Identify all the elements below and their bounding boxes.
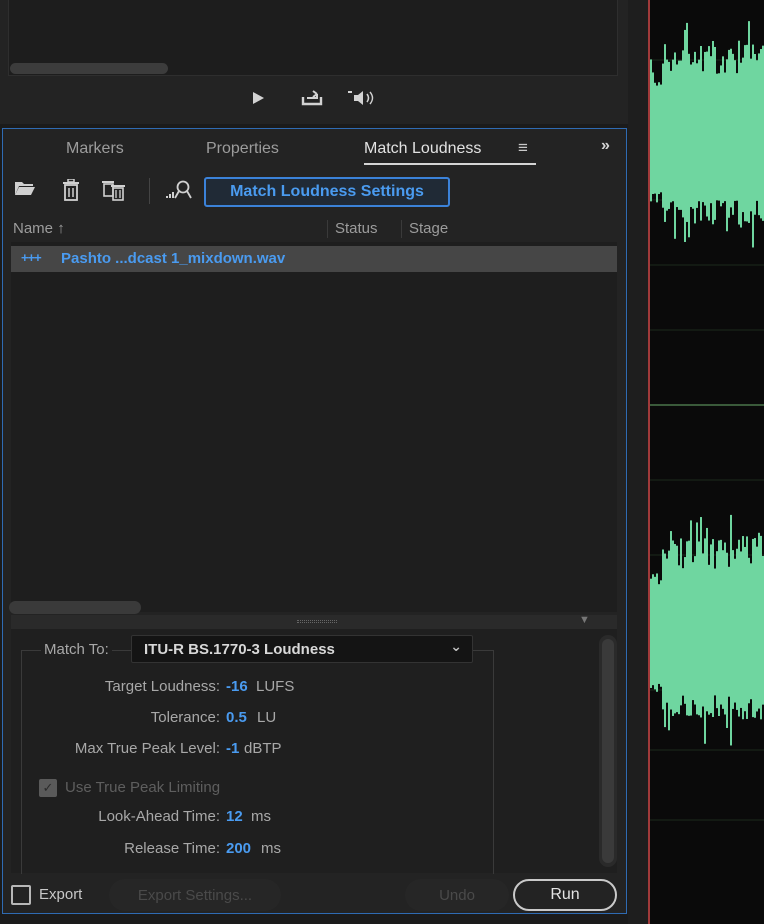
column-status[interactable]: Status: [335, 220, 378, 237]
table-row[interactable]: +++ Pashto ...dcast 1_mixdown.wav: [11, 246, 617, 272]
output-speaker-icon[interactable]: [346, 86, 382, 110]
target-loudness-value[interactable]: -16: [226, 678, 248, 695]
match-to-dropdown[interactable]: ITU-R BS.1770-3 Loudness ⌄: [131, 635, 473, 663]
list-horizontal-scrollbar[interactable]: [9, 601, 141, 614]
look-ahead-row: Look-Ahead Time: 12 ms: [11, 808, 611, 828]
panel-splitter[interactable]: [628, 0, 648, 924]
collapse-arrow-icon[interactable]: ▼: [579, 614, 590, 626]
file-list[interactable]: +++ Pashto ...dcast 1_mixdown.wav: [11, 242, 617, 612]
preview-scrollbar[interactable]: [10, 63, 168, 74]
loop-icon[interactable]: [300, 86, 324, 110]
scrollbar-thumb[interactable]: [602, 639, 614, 863]
use-true-peak-limiting-checkbox[interactable]: ✓: [39, 779, 57, 797]
tolerance-unit: LU: [257, 709, 277, 726]
max-true-peak-row: Max True Peak Level: -1 dBTP: [11, 740, 611, 760]
tolerance-label: Tolerance:: [150, 709, 220, 726]
audio-file-icon: +++: [21, 250, 42, 265]
match-loudness-settings-button[interactable]: Match Loudness Settings: [204, 177, 450, 207]
export-checkbox[interactable]: [11, 885, 31, 905]
active-tab-indicator: [364, 163, 536, 165]
tab-markers[interactable]: Markers: [66, 140, 124, 158]
match-to-label: Match To:: [41, 641, 112, 658]
chevron-down-icon: ⌄: [450, 638, 462, 654]
export-label: Export: [39, 886, 83, 903]
column-stage[interactable]: Stage: [409, 220, 448, 237]
column-separator: [401, 220, 402, 238]
trash-all-icon[interactable]: [101, 179, 125, 206]
column-name[interactable]: Name ↑: [13, 220, 65, 237]
sort-ascending-icon: ↑: [57, 220, 65, 237]
look-ahead-value[interactable]: 12: [226, 808, 243, 825]
play-icon[interactable]: [246, 86, 270, 110]
waveform-display[interactable]: [648, 0, 764, 924]
tolerance-value[interactable]: 0.5: [226, 709, 247, 726]
run-button[interactable]: Run: [513, 879, 617, 911]
loudness-settings: Match To: ITU-R BS.1770-3 Loudness ⌄ Tar…: [11, 629, 617, 874]
max-true-peak-unit: dBTP: [244, 740, 282, 757]
export-settings-button[interactable]: Export Settings...: [109, 879, 281, 911]
target-loudness-row: Target Loudness: -16 LUFS: [11, 678, 611, 698]
file-name: Pashto ...dcast 1_mixdown.wav: [61, 250, 286, 267]
release-time-row: Release Time: 200 ms: [11, 840, 611, 860]
max-true-peak-value[interactable]: -1: [226, 740, 239, 757]
match-to-value: ITU-R BS.1770-3 Loudness: [144, 641, 335, 658]
look-ahead-label: Look-Ahead Time:: [98, 808, 220, 825]
tab-match-loudness[interactable]: Match Loudness: [364, 140, 481, 158]
toolbar-separator: [149, 178, 150, 204]
resize-grip-icon[interactable]: [297, 620, 337, 623]
panel-resize-divider[interactable]: ▼: [11, 614, 617, 629]
undo-button[interactable]: Undo: [405, 879, 509, 911]
open-folder-icon[interactable]: [13, 179, 37, 202]
preview-panel: [0, 0, 628, 124]
use-true-peak-limiting-label: Use True Peak Limiting: [65, 779, 221, 796]
match-loudness-panel: Markers Properties Match Loudness ≡ » Ma…: [2, 128, 627, 914]
panel-menu-icon[interactable]: ≡: [518, 138, 528, 158]
target-loudness-unit: LUFS: [256, 678, 295, 695]
release-time-unit: ms: [261, 840, 281, 857]
settings-vertical-scrollbar[interactable]: [599, 635, 617, 867]
release-time-value[interactable]: 200: [226, 840, 251, 857]
max-true-peak-label: Max True Peak Level:: [74, 740, 220, 757]
panel-footer: Export Export Settings... Undo Run: [3, 877, 626, 913]
tab-properties[interactable]: Properties: [206, 140, 279, 158]
trash-icon[interactable]: [59, 178, 83, 206]
file-list-header: Name ↑ Status Stage: [11, 217, 617, 241]
look-ahead-unit: ms: [251, 808, 271, 825]
column-separator: [327, 220, 328, 238]
tolerance-row: Tolerance: 0.5 LU: [11, 709, 611, 729]
analyze-icon[interactable]: [165, 179, 193, 204]
release-time-label: Release Time:: [124, 840, 220, 857]
waveform-editor[interactable]: [648, 0, 764, 924]
expand-panels-icon[interactable]: »: [601, 137, 610, 155]
target-loudness-label: Target Loudness:: [104, 678, 220, 695]
